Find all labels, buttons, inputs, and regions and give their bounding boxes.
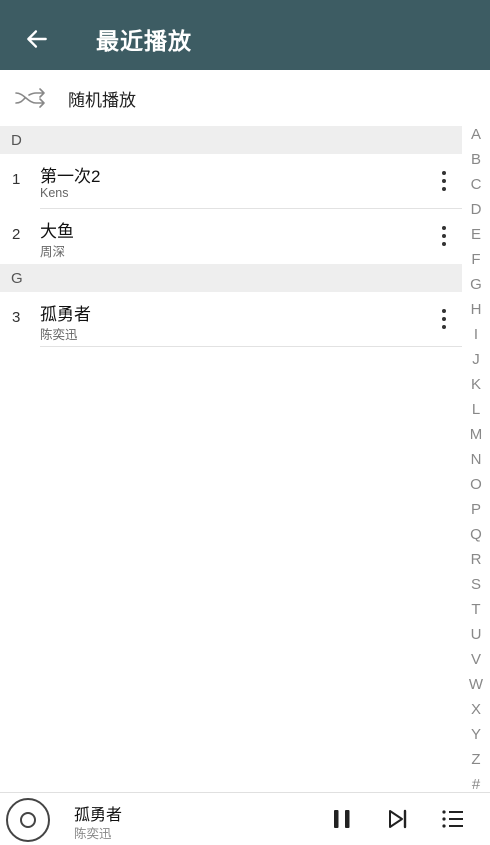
pause-icon [334,810,350,828]
arrow-left-icon [27,30,47,48]
playlist-icon [442,810,463,828]
song-row[interactable]: 3 孤勇者 陈奕迅 [0,292,462,347]
index-letter[interactable]: D [471,202,482,217]
index-letter[interactable]: O [470,477,482,492]
now-playing-artist: 陈奕迅 [74,827,112,841]
index-letter[interactable]: I [474,327,478,342]
song-artist: Kens [40,186,69,200]
status-bar [0,0,490,8]
song-title: 孤勇者 [40,305,91,324]
index-letter[interactable]: Q [470,527,482,542]
next-button[interactable] [384,805,412,833]
index-letter[interactable]: V [471,652,481,667]
mini-player[interactable]: 孤勇者 陈奕迅 [0,792,490,845]
index-letter[interactable]: E [471,227,481,242]
page-title: 最近播放 [96,28,192,54]
index-letter[interactable]: S [471,577,481,592]
shuffle-play-button[interactable]: 随机播放 [0,70,490,126]
index-letter[interactable]: R [471,552,482,567]
index-letter[interactable]: U [471,627,482,642]
disc-icon[interactable] [6,798,50,842]
section-header-d: D [0,126,462,154]
index-letter[interactable]: T [471,602,480,617]
playlist-button[interactable] [439,805,467,833]
index-letter[interactable]: F [471,252,480,267]
song-artist: 周深 [40,245,66,259]
divider [40,346,462,347]
song-title: 第一次2 [40,167,101,186]
index-letter[interactable]: N [471,452,482,467]
song-index: 2 [12,226,21,243]
index-letter[interactable]: A [471,127,481,142]
song-title: 大鱼 [40,222,74,241]
index-letter[interactable]: L [472,402,480,417]
song-artist: 陈奕迅 [40,328,78,342]
now-playing-title: 孤勇者 [74,807,123,824]
index-letter[interactable]: B [471,152,481,167]
index-letter[interactable]: W [469,677,483,692]
index-letter[interactable]: C [471,177,482,192]
song-row[interactable]: 1 第一次2 Kens [0,154,462,209]
index-letter[interactable]: Z [471,752,480,767]
index-letter[interactable]: K [471,377,481,392]
alphabet-index-bar[interactable]: A B C D E F G H I J K L M N O P Q R S T U V W X Y Z # [465,127,487,792]
index-letter[interactable]: H [471,302,482,317]
more-options-icon[interactable] [434,166,454,196]
shuffle-label: 随机播放 [68,90,136,110]
more-options-icon[interactable] [434,304,454,334]
song-index: 3 [12,309,21,326]
index-letter[interactable]: # [472,777,480,792]
song-index: 1 [12,171,21,188]
index-letter[interactable]: G [470,277,482,292]
more-options-icon[interactable] [434,221,454,251]
song-row[interactable]: 2 大鱼 周深 [0,209,462,264]
section-header-g: G [0,264,462,292]
index-letter[interactable]: P [471,502,481,517]
index-letter[interactable]: X [471,702,481,717]
pause-button[interactable] [328,805,356,833]
skip-next-icon [389,809,407,829]
back-button[interactable] [0,8,74,70]
index-letter[interactable]: Y [471,727,481,742]
app-bar: 最近播放 [0,8,490,70]
shuffle-icon [15,88,45,108]
index-letter[interactable]: J [472,352,480,367]
index-letter[interactable]: M [470,427,483,442]
